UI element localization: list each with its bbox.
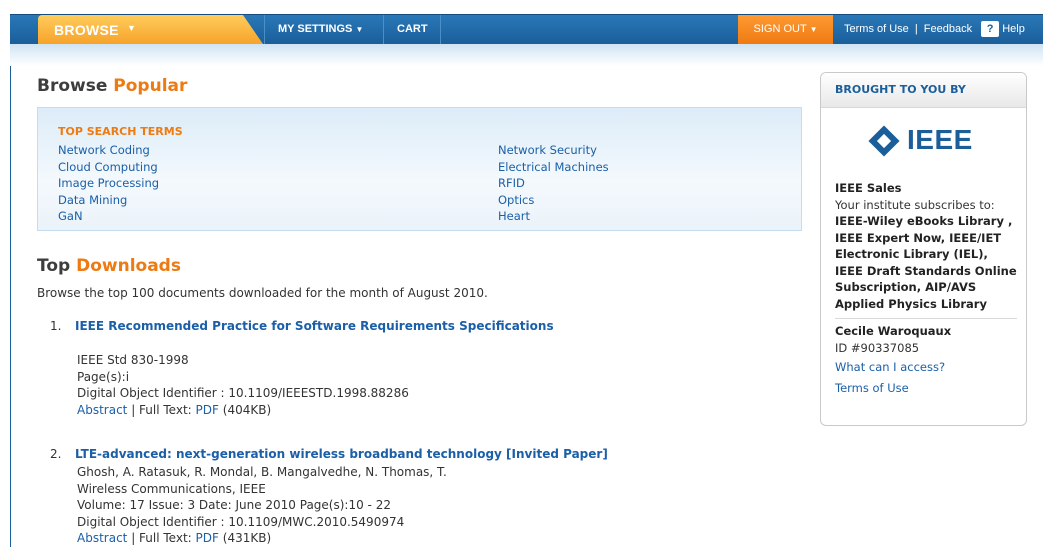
terms-of-use-link[interactable]: Terms of Use <box>844 23 909 35</box>
ieee-logo-text: IEEE <box>907 124 973 155</box>
top-search-terms-panel: TOP SEARCH TERMS Network Coding Cloud Co… <box>37 107 802 231</box>
item-title-link[interactable]: LTE-advanced: next-generation wireless b… <box>75 447 608 461</box>
item-metadata: Ghosh, A. Ratasuk, R. Mondal, B. Mangalv… <box>77 464 447 547</box>
heading-accent-text: Downloads <box>76 256 181 276</box>
page-left-rule <box>10 14 11 547</box>
user-id: ID #90337085 <box>835 340 920 355</box>
cart-link[interactable]: CART <box>383 15 442 44</box>
full-text-label: | Full Text: <box>131 531 192 545</box>
search-term-link[interactable]: Image Processing <box>58 176 159 190</box>
search-term-link[interactable]: Network Coding <box>58 143 150 157</box>
nav-separator <box>440 15 441 44</box>
abstract-link[interactable]: Abstract <box>77 403 127 417</box>
search-term-link[interactable]: Data Mining <box>58 193 127 207</box>
panel-header: BROUGHT TO YOU BY <box>821 73 1026 108</box>
util-divider: | <box>914 23 918 35</box>
file-size: (404KB) <box>222 402 272 417</box>
sign-out-dropdown-icon: ▼ <box>809 25 818 34</box>
search-terms-right-column: Network Security Electrical Machines RFI… <box>498 142 609 225</box>
item-meta-line: Digital Object Identifier : 10.1109/MWC.… <box>77 514 405 529</box>
search-term-link[interactable]: Electrical Machines <box>498 160 609 174</box>
top-nav-bar: BROWSE ▼ MY SETTINGS ▼ CART SIGN OUT ▼ T… <box>10 14 1043 45</box>
brought-to-you-by-panel: BROUGHT TO YOU BY IEEE IEEE Sales Your i… <box>820 72 1027 426</box>
item-meta-line: IEEE Std 830-1998 <box>77 353 189 367</box>
subscription-info: IEEE Sales Your institute subscribes to:… <box>835 180 1017 396</box>
top-search-terms-heading: TOP SEARCH TERMS <box>58 125 183 138</box>
main-content: Browse Popular TOP SEARCH TERMS Network … <box>37 76 802 545</box>
cart-label: CART <box>397 23 428 35</box>
nav-shadow-band <box>10 44 1043 66</box>
search-term-link[interactable]: Network Security <box>498 143 597 157</box>
item-links-row: Abstract | Full Text: PDF (431KB) <box>77 530 447 547</box>
item-meta-line: Digital Object Identifier : 10.1109/IEEE… <box>77 386 409 400</box>
item-metadata: IEEE Std 830-1998 Page(s):i Digital Obje… <box>77 352 409 418</box>
browse-dropdown-icon: ▼ <box>127 23 136 33</box>
item-number: 1. <box>50 319 62 333</box>
search-term-link[interactable]: GaN <box>58 209 83 223</box>
item-meta-line: Wireless Communications, IEEE <box>77 481 266 496</box>
search-terms-left-column: Network Coding Cloud Computing Image Pro… <box>58 142 159 225</box>
search-term-link[interactable]: Optics <box>498 193 534 207</box>
pdf-link[interactable]: PDF <box>196 403 219 417</box>
item-meta-line: Ghosh, A. Ratasuk, R. Mondal, B. Mangalv… <box>77 465 447 479</box>
heading-accent-text: Popular <box>113 76 188 96</box>
utility-links: Terms of Use | Feedback ? Help <box>844 15 1025 44</box>
item-meta-line: Page(s):i <box>77 369 130 384</box>
browse-menu-tab[interactable]: BROWSE ▼ <box>38 15 263 44</box>
item-number: 2. <box>50 447 62 461</box>
my-settings-label: MY SETTINGS <box>278 23 353 35</box>
heading-plain-text: Top <box>37 256 71 276</box>
subscription-list: IEEE-Wiley eBooks Library , IEEE Expert … <box>835 214 1017 311</box>
top-downloads-section: Top Downloads Browse the top 100 documen… <box>37 256 802 545</box>
search-term-link[interactable]: RFID <box>498 176 525 190</box>
heading-plain-text: Browse <box>37 76 108 96</box>
item-links-row: Abstract | Full Text: PDF (404KB) <box>77 402 409 419</box>
pdf-link[interactable]: PDF <box>196 531 219 545</box>
my-settings-menu[interactable]: MY SETTINGS ▼ <box>264 15 377 44</box>
downloads-intro-text: Browse the top 100 documents downloaded … <box>37 286 488 300</box>
file-size: (431KB) <box>222 531 272 545</box>
browse-popular-heading: Browse Popular <box>37 76 802 96</box>
item-meta-line: Volume: 17 Issue: 3 Date: June 2010 Page… <box>77 498 391 512</box>
help-link[interactable]: Help <box>1002 23 1025 35</box>
feedback-link[interactable]: Feedback <box>924 23 972 35</box>
sidebar-terms-of-use-link[interactable]: Terms of Use <box>835 381 909 395</box>
full-text-label: | Full Text: <box>131 402 192 417</box>
what-can-i-access-link[interactable]: What can I access? <box>835 360 945 374</box>
top-downloads-heading: Top Downloads <box>37 256 802 276</box>
help-icon[interactable]: ? <box>981 21 1000 38</box>
item-title-link[interactable]: IEEE Recommended Practice for Software R… <box>75 319 554 333</box>
sign-out-label: SIGN OUT <box>753 23 807 35</box>
browse-label: BROWSE <box>54 22 119 38</box>
panel-divider <box>835 318 1017 319</box>
user-name: Cecile Waroquaux <box>835 324 952 338</box>
my-settings-dropdown-icon: ▼ <box>355 25 364 34</box>
abstract-link[interactable]: Abstract <box>77 531 127 545</box>
search-term-link[interactable]: Cloud Computing <box>58 160 158 174</box>
org-name: IEEE Sales <box>835 181 902 195</box>
ieee-diamond-icon <box>868 125 900 157</box>
sign-out-button[interactable]: SIGN OUT ▼ <box>738 15 833 44</box>
search-term-link[interactable]: Heart <box>498 209 530 223</box>
subscribes-to-label: Your institute subscribes to: <box>835 197 995 212</box>
